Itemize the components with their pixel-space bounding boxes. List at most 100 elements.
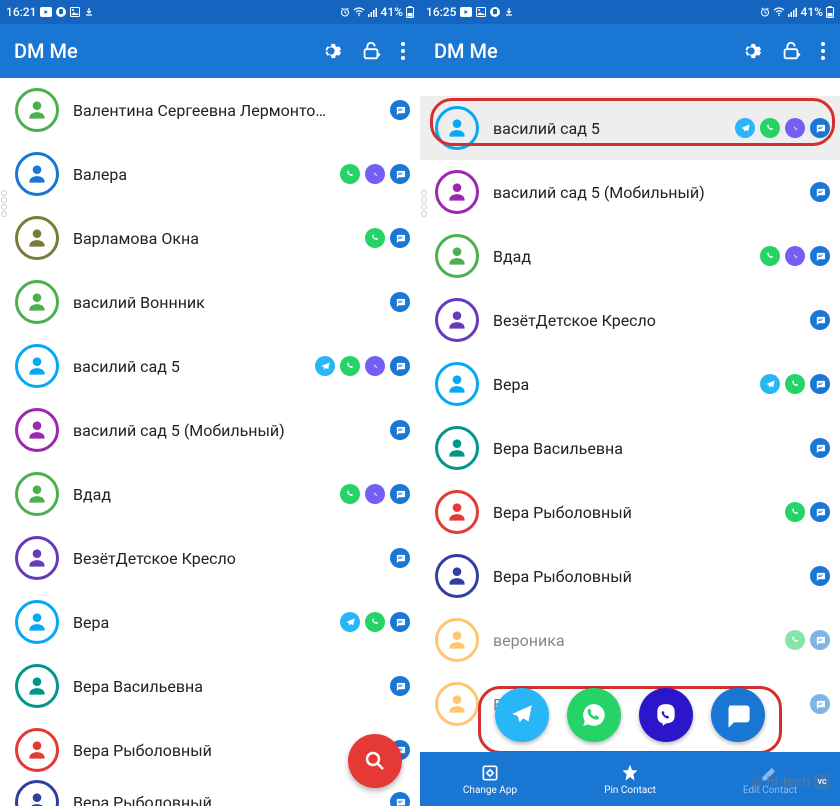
contact-row[interactable]: Вера xyxy=(0,590,420,654)
wa-badge-icon xyxy=(760,118,780,138)
avatar xyxy=(15,344,59,388)
gear-icon[interactable] xyxy=(740,40,762,62)
avatar xyxy=(435,682,479,726)
app-bar: DM Me xyxy=(420,24,840,78)
sms-badge-icon xyxy=(390,484,410,504)
badges xyxy=(390,548,410,568)
contact-row[interactable]: Вера Рыболовный xyxy=(420,544,840,608)
viber-fab[interactable] xyxy=(639,688,693,742)
contact-row[interactable]: василий сад 5 (Мобильный) xyxy=(0,398,420,462)
avatar xyxy=(15,536,59,580)
contact-row[interactable]: Варламова Окна xyxy=(0,206,420,270)
vb-badge-icon xyxy=(785,246,805,266)
contact-row[interactable]: ВезётДетское Кресло xyxy=(420,288,840,352)
wa-badge-icon xyxy=(365,612,385,632)
side-dots xyxy=(421,190,427,217)
sms-badge-icon xyxy=(390,100,410,120)
status-time: 16:25 xyxy=(426,5,456,19)
contact-name: василий Воннник xyxy=(73,293,376,312)
sms-badge-icon xyxy=(810,502,830,522)
contact-name: вероника xyxy=(493,631,771,650)
viber-status-icon xyxy=(490,7,500,17)
more-icon[interactable] xyxy=(820,40,826,62)
contact-name: Вера Рыболовный xyxy=(493,567,796,586)
sms-fab[interactable] xyxy=(711,688,765,742)
badges xyxy=(390,292,410,312)
contact-name: Вера Рыболовный xyxy=(493,503,771,522)
viber-status-icon xyxy=(56,7,66,17)
avatar xyxy=(435,362,479,406)
app-bar: DM Me xyxy=(0,24,420,78)
contact-name: Вера Рыболовный xyxy=(73,741,351,760)
wifi-icon xyxy=(353,7,365,17)
contact-name: Валентина Сергеевна Лермонто… xyxy=(73,101,376,120)
lock-add-icon[interactable] xyxy=(780,40,802,62)
contact-row[interactable]: Вдад xyxy=(420,224,840,288)
contact-name: ВезётДетское Кресло xyxy=(493,311,796,330)
gear-icon[interactable] xyxy=(320,40,342,62)
contact-row[interactable]: василий сад 5 (Мобильный) xyxy=(420,160,840,224)
wa-badge-icon xyxy=(785,374,805,394)
badges xyxy=(810,566,830,586)
avatar xyxy=(435,426,479,470)
contact-row[interactable]: Валентина Сергеевна Лермонто… xyxy=(0,78,420,142)
contact-row[interactable]: Вера Рыболовный xyxy=(420,480,840,544)
wa-badge-icon xyxy=(785,630,805,650)
vb-badge-icon xyxy=(365,164,385,184)
telegram-fab[interactable] xyxy=(495,688,549,742)
youtube-icon xyxy=(460,7,472,17)
sms-badge-icon xyxy=(390,228,410,248)
tg-badge-icon xyxy=(315,356,335,376)
search-fab[interactable] xyxy=(348,734,402,788)
contact-row[interactable]: василий сад 5 xyxy=(0,334,420,398)
phone-left: 16:21 41% DM Me Валентина Серге xyxy=(0,0,420,806)
avatar xyxy=(435,618,479,662)
lock-add-icon[interactable] xyxy=(360,40,382,62)
sms-badge-icon xyxy=(390,420,410,440)
image-icon xyxy=(476,7,486,17)
contact-row[interactable]: ВезётДетское Кресло xyxy=(0,526,420,590)
contact-name: Вдад xyxy=(493,247,746,266)
contact-row[interactable]: василий сад 5 xyxy=(420,96,840,160)
sms-badge-icon xyxy=(390,676,410,696)
contact-row[interactable]: Вера xyxy=(420,352,840,416)
contact-row[interactable]: вероника xyxy=(420,608,840,672)
bottom-pin-contact[interactable]: Pin Contact xyxy=(560,752,700,806)
sms-badge-icon xyxy=(810,630,830,650)
contact-row[interactable]: василий Воннник xyxy=(0,270,420,334)
image-icon xyxy=(70,7,80,17)
wa-badge-icon xyxy=(340,356,360,376)
avatar xyxy=(435,234,479,278)
sms-badge-icon xyxy=(390,292,410,312)
bottom-change-app[interactable]: Change App xyxy=(420,752,560,806)
contact-row[interactable]: Вера Васильевна xyxy=(420,416,840,480)
contact-list: Валентина Сергеевна Лермонто… ВалераВарла… xyxy=(0,78,420,806)
avatar xyxy=(15,88,59,132)
contact-row[interactable]: Вера Рыболовный xyxy=(0,782,420,806)
status-bar: 16:25 41% xyxy=(420,0,840,24)
avatar xyxy=(15,780,59,806)
contact-row[interactable]: Вдад xyxy=(0,462,420,526)
contact-row[interactable]: Валера xyxy=(0,142,420,206)
sms-badge-icon xyxy=(810,246,830,266)
sms-badge-icon xyxy=(390,356,410,376)
status-bar: 16:21 41% xyxy=(0,0,420,24)
sms-badge-icon xyxy=(390,548,410,568)
bottom-label: Change App xyxy=(463,785,517,796)
badges xyxy=(785,630,830,650)
avatar xyxy=(435,298,479,342)
sms-badge-icon xyxy=(810,310,830,330)
badges xyxy=(760,246,830,266)
avatar xyxy=(435,170,479,214)
more-icon[interactable] xyxy=(400,40,406,62)
battery-icon xyxy=(826,6,834,18)
status-battery: 41% xyxy=(801,5,823,19)
app-title: DM Me xyxy=(14,39,310,63)
avatar xyxy=(15,664,59,708)
contact-name: Вера xyxy=(493,375,746,394)
whatsapp-fab[interactable] xyxy=(567,688,621,742)
vb-badge-icon xyxy=(365,484,385,504)
side-dots xyxy=(1,190,7,217)
badges xyxy=(810,310,830,330)
contact-row[interactable]: Вера Васильевна xyxy=(0,654,420,718)
